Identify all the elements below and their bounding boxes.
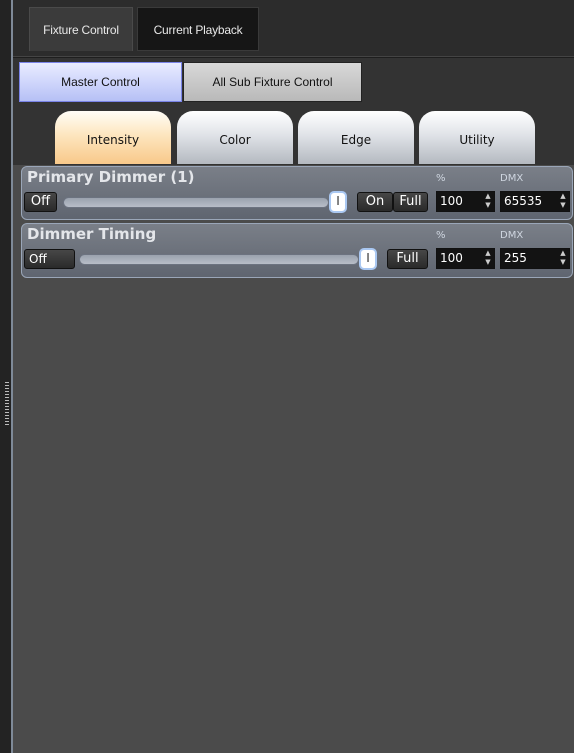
primary-dimmer-slider-handle[interactable]: I	[329, 191, 347, 213]
primary-dimmer-off-button[interactable]: Off	[24, 192, 57, 212]
primary-dimmer-full-button[interactable]: Full	[393, 192, 428, 212]
tab-current-playback[interactable]: Current Playback	[137, 7, 259, 51]
dimmer-timing-percent-spinner[interactable]: 100 ▲ ▼	[436, 248, 495, 269]
spinner-arrows[interactable]: ▲ ▼	[482, 192, 494, 211]
primary-dimmer-slider[interactable]	[63, 197, 329, 208]
tab-fixture-control[interactable]: Fixture Control	[29, 7, 133, 51]
spinner-arrows[interactable]: ▲ ▼	[557, 192, 569, 211]
dmx-value: 65535	[504, 194, 543, 208]
dimmer-timing-title: Dimmer Timing	[27, 225, 157, 243]
dmx-label: DMX	[500, 230, 524, 241]
dmx-label: DMX	[500, 173, 524, 184]
primary-dimmer-on-button[interactable]: On	[357, 192, 393, 212]
percent-value: 100	[440, 194, 463, 208]
dimmer-timing-off-button[interactable]: Off	[24, 249, 75, 269]
percent-label: %	[436, 230, 446, 241]
dimmer-timing-full-button[interactable]: Full	[387, 249, 428, 269]
dimmer-timing-slider[interactable]	[79, 254, 359, 265]
dimmer-timing-dmx-spinner[interactable]: 255 ▲ ▼	[500, 248, 570, 269]
dmx-value: 255	[504, 251, 527, 265]
tab-intensity[interactable]: Intensity	[55, 111, 171, 164]
primary-dimmer-dmx-spinner[interactable]: 65535 ▲ ▼	[500, 191, 570, 212]
dimmer-timing-slider-handle[interactable]: I	[359, 248, 377, 270]
spinner-arrows[interactable]: ▲ ▼	[482, 249, 494, 268]
percent-label: %	[436, 173, 446, 184]
splitter-grip[interactable]	[5, 382, 9, 426]
tab-utility[interactable]: Utility	[419, 111, 535, 164]
left-strip	[0, 0, 11, 753]
tab-edge[interactable]: Edge	[298, 111, 414, 164]
tab-all-sub-fixture-control[interactable]: All Sub Fixture Control	[183, 62, 362, 102]
primary-dimmer-title: Primary Dimmer (1)	[27, 168, 195, 186]
dimmer-timing-panel: Dimmer Timing % DMX Off I Full 100 ▲ ▼ 25…	[21, 223, 573, 278]
primary-dimmer-percent-spinner[interactable]: 100 ▲ ▼	[436, 191, 495, 212]
top-tab-bar: Fixture Control Current Playback	[13, 0, 574, 57]
primary-dimmer-panel: Primary Dimmer (1) % DMX Off I On Full 1…	[21, 166, 573, 220]
tab-master-control[interactable]: Master Control	[19, 62, 182, 102]
tab-color[interactable]: Color	[177, 111, 293, 164]
spinner-arrows[interactable]: ▲ ▼	[557, 249, 569, 268]
percent-value: 100	[440, 251, 463, 265]
